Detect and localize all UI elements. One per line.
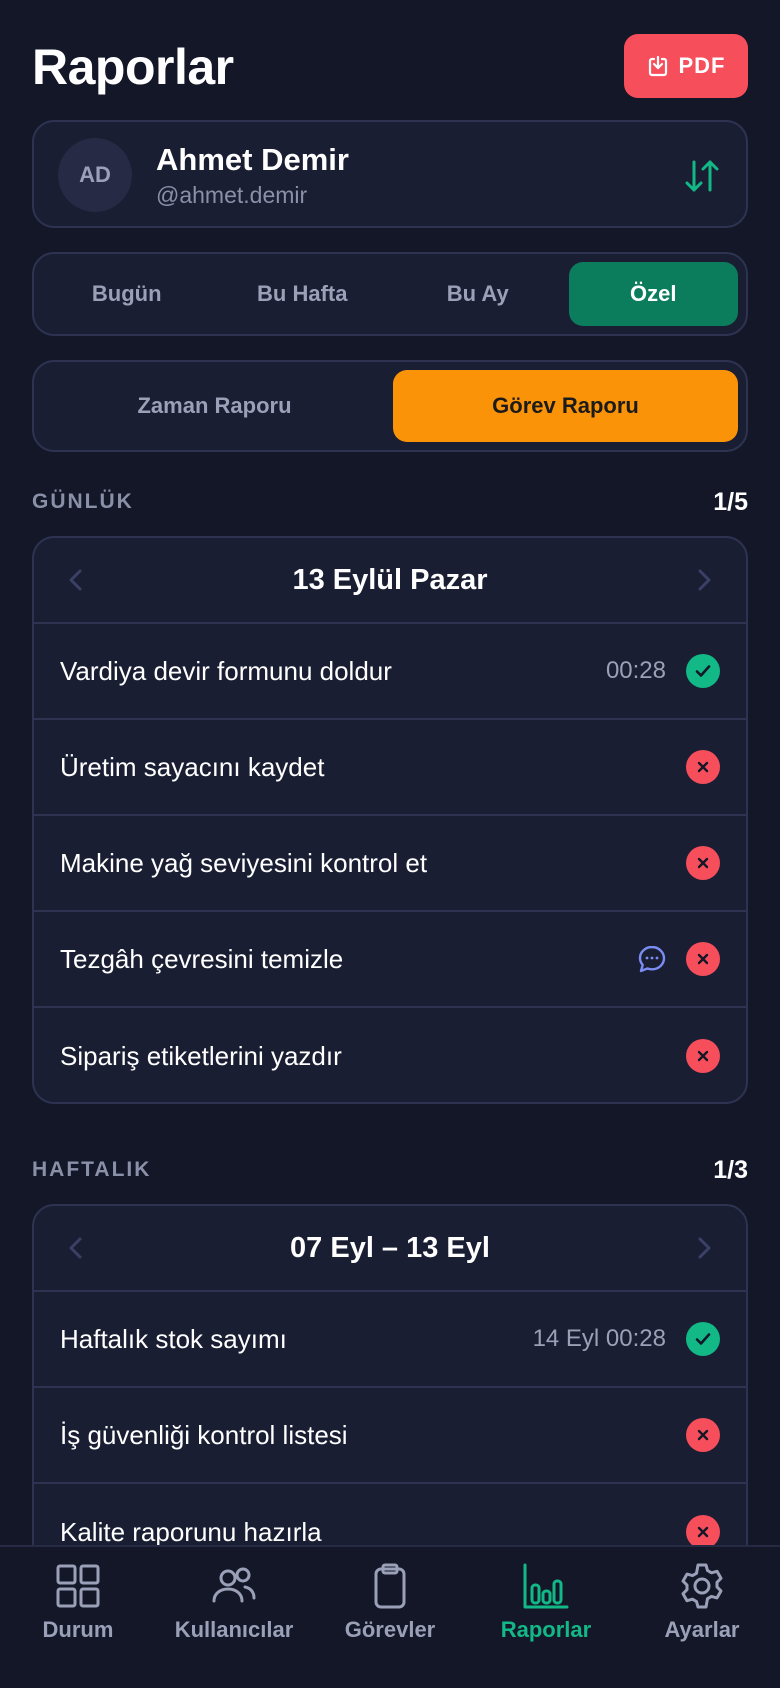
task-row[interactable]: Üretim sayacını kaydet [34, 720, 746, 816]
task-title: Tezgâh çevresini temizle [60, 943, 344, 974]
swap-icon[interactable] [682, 156, 722, 196]
tab-time-report[interactable]: Zaman Raporu [42, 370, 387, 442]
task-time: 00:28 [605, 657, 666, 684]
task-row[interactable]: Haftalık stok sayımı 14 Eyl 00:28 [34, 1292, 746, 1388]
period-tabs: Bugün Bu Hafta Bu Ay Özel [32, 252, 748, 336]
daily-date: 13 Eylül Pazar [292, 563, 488, 596]
task-time: 14 Eyl 00:28 [532, 1325, 666, 1352]
x-icon [686, 750, 720, 784]
nav-label: Kullanıcılar [174, 1617, 294, 1642]
x-icon [686, 1039, 720, 1073]
weekly-date-header: 07 Eyl – 13 Eyl [34, 1206, 746, 1292]
task-row[interactable]: Kalite raporunu hazırla [34, 1484, 746, 1545]
task-row[interactable]: Sipariş etiketlerini yazdır [34, 1008, 746, 1102]
nav-users[interactable]: Kullanıcılar [156, 1547, 312, 1688]
task-title: Üretim sayacını kaydet [60, 751, 325, 782]
tab-today[interactable]: Bugün [42, 262, 212, 326]
task-title: İş güvenliği kontrol listesi [60, 1419, 348, 1450]
chevron-left-icon[interactable] [62, 1234, 90, 1262]
chevron-right-icon[interactable] [690, 566, 718, 594]
tab-task-report[interactable]: Görev Raporu [393, 370, 738, 442]
daily-section-label: GÜNLÜK [32, 490, 134, 513]
check-icon [686, 654, 720, 688]
weekly-task-card: 07 Eyl – 13 Eyl Haftalık stok sayımı 14 … [32, 1204, 748, 1545]
check-icon [686, 1322, 720, 1356]
user-name: Ahmet Demir [156, 142, 349, 177]
nav-label: Raporlar [500, 1617, 592, 1642]
task-row[interactable]: Makine yağ seviyesini kontrol et [34, 816, 746, 912]
nav-label: Durum [42, 1617, 114, 1642]
daily-task-card: 13 Eylül Pazar Vardiya devir formunu dol… [32, 536, 748, 1104]
task-row[interactable]: Tezgâh çevresini temizle [34, 912, 746, 1008]
daily-page-count: 1/5 [713, 488, 748, 516]
page-title: Raporlar [32, 39, 234, 95]
grid-icon [56, 1564, 100, 1608]
download-icon [648, 55, 667, 77]
task-title: Makine yağ seviyesini kontrol et [60, 847, 428, 878]
gear-icon [681, 1563, 723, 1609]
clipboard-icon [374, 1563, 406, 1609]
task-row[interactable]: Vardiya devir formunu doldur 00:28 [34, 624, 746, 720]
reports-page: Raporlar PDF AD Ahmet Demir @ahmet.demir… [0, 0, 780, 1545]
nav-tasks[interactable]: Görevler [312, 1547, 468, 1688]
x-icon [686, 1418, 720, 1452]
x-icon [686, 846, 720, 880]
task-title: Haftalık stok sayımı [60, 1323, 287, 1354]
task-title: Kalite raporunu hazırla [60, 1516, 322, 1546]
task-title: Sipariş etiketlerini yazdır [60, 1040, 342, 1071]
x-icon [686, 942, 720, 976]
nav-label: Görevler [344, 1617, 436, 1642]
comment-icon[interactable] [636, 943, 668, 975]
weekly-section-label: HAFTALIK [32, 1158, 152, 1181]
chevron-left-icon[interactable] [62, 566, 90, 594]
user-selector-card[interactable]: AD Ahmet Demir @ahmet.demir [32, 120, 748, 228]
tab-custom[interactable]: Özel [568, 262, 738, 326]
daily-date-header: 13 Eylül Pazar [34, 538, 746, 624]
weekly-page-count: 1/3 [713, 1156, 748, 1184]
bar-chart-icon [523, 1563, 569, 1609]
nav-label: Ayarlar [664, 1617, 740, 1642]
task-title: Vardiya devir formunu doldur [60, 655, 392, 686]
pdf-label: PDF [678, 53, 726, 78]
user-handle: @ahmet.demir [156, 182, 308, 208]
chevron-right-icon[interactable] [690, 1234, 718, 1262]
x-icon [686, 1515, 720, 1545]
bottom-nav: Durum Kullanıcılar Görevler Raporlar Aya… [0, 1545, 780, 1688]
header: Raporlar PDF [32, 34, 748, 98]
avatar: AD [58, 138, 132, 212]
task-row[interactable]: İş güvenliği kontrol listesi [34, 1388, 746, 1484]
users-icon [212, 1567, 256, 1603]
tab-this-month[interactable]: Bu Ay [393, 262, 563, 326]
weekly-date: 07 Eyl – 13 Eyl [290, 1231, 490, 1264]
nav-reports[interactable]: Raporlar [468, 1547, 624, 1688]
nav-dashboard[interactable]: Durum [0, 1547, 156, 1688]
nav-settings[interactable]: Ayarlar [624, 1547, 780, 1688]
tab-this-week[interactable]: Bu Hafta [218, 262, 388, 326]
report-type-tabs: Zaman Raporu Görev Raporu [32, 360, 748, 452]
pdf-export-button[interactable]: PDF [624, 34, 748, 98]
